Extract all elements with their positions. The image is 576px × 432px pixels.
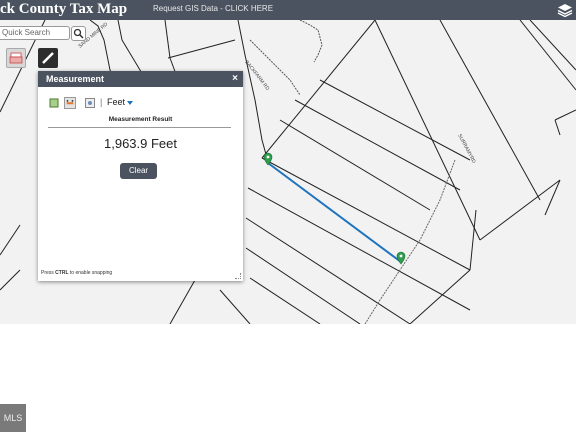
road-label-backfarm: BACKFARM RD	[243, 60, 270, 92]
chevron-down-icon[interactable]	[127, 101, 133, 105]
location-tool-icon[interactable]	[84, 97, 96, 109]
road-label-surramy: SURRAMYRD	[456, 133, 477, 165]
search-button[interactable]	[71, 26, 86, 41]
measure-end-marker	[396, 251, 406, 265]
search-icon	[73, 28, 84, 39]
measurement-panel: Measurement × | Feet Measurement Result …	[38, 71, 243, 281]
panel-title: Measurement	[46, 74, 105, 84]
blank-area	[0, 324, 576, 432]
clear-button[interactable]: Clear	[120, 163, 157, 179]
result-label: Measurement Result	[108, 116, 173, 123]
tool-separator: |	[100, 97, 103, 107]
close-icon[interactable]: ×	[232, 73, 238, 84]
measurement-line	[267, 162, 402, 263]
print-tool-button[interactable]	[6, 48, 26, 68]
mls-badge: MLS	[0, 404, 26, 432]
top-bar: ck County Tax Map Request GIS Data - CLI…	[0, 0, 576, 20]
result-value: 1,963.9 Feet	[104, 136, 177, 151]
app-title: ck County Tax Map	[0, 1, 128, 17]
distance-tool-icon[interactable]	[64, 97, 76, 109]
measurement-panel-header: Measurement ×	[38, 71, 243, 87]
layers-icon[interactable]	[557, 2, 573, 18]
resize-handle-icon[interactable]	[235, 273, 241, 279]
request-gis-data-link[interactable]: Request GIS Data - CLICK HERE	[153, 4, 273, 13]
measure-tool-button[interactable]	[38, 48, 58, 68]
ruler-icon	[42, 52, 54, 64]
print-icon	[9, 52, 23, 64]
unit-dropdown[interactable]: Feet	[107, 97, 125, 107]
result-divider	[48, 127, 231, 128]
area-tool-icon[interactable]	[48, 97, 60, 109]
search-input[interactable]: Quick Search	[0, 26, 70, 40]
snapping-hint: Press CTRL to enable snapping	[41, 270, 113, 276]
